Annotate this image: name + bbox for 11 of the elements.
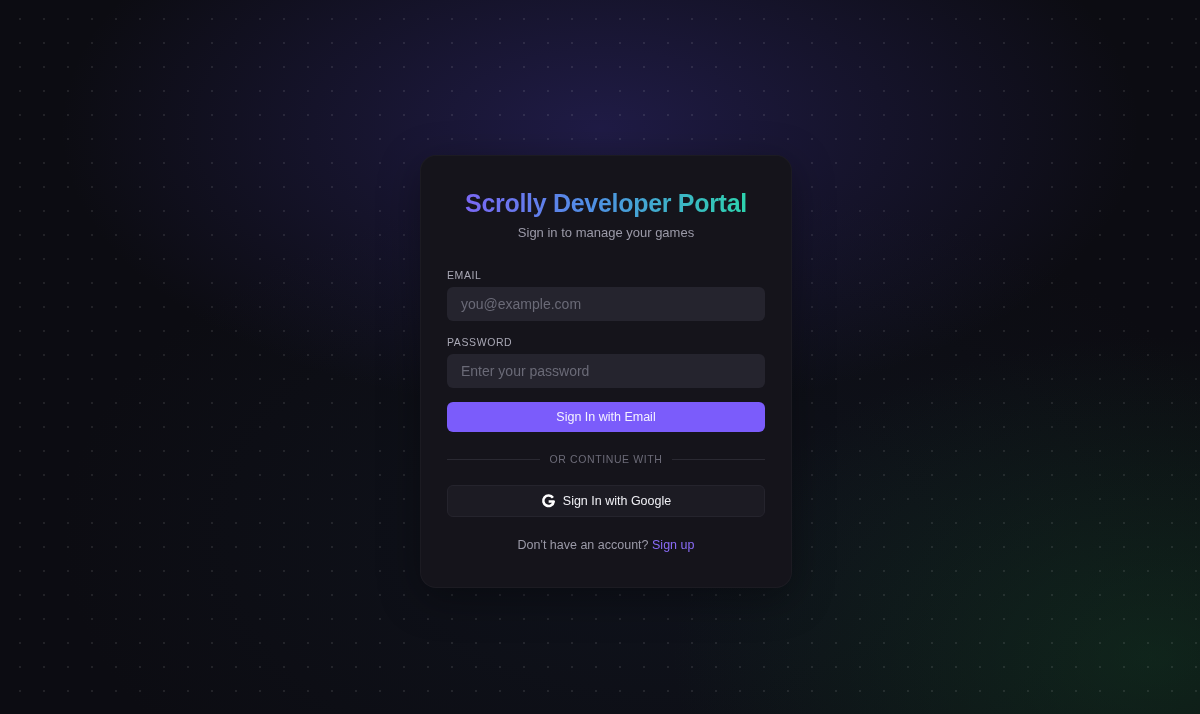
sign-up-prompt: Don't have an account? Sign up bbox=[517, 537, 695, 554]
field-label: EMAIL bbox=[447, 268, 482, 282]
google-sign-in-button[interactable]: Sign In with Google bbox=[447, 485, 765, 517]
letter-g-icon bbox=[540, 493, 556, 509]
input-field[interactable]: Enter your password bbox=[447, 354, 765, 388]
field-label: PASSWORD bbox=[447, 335, 513, 349]
portal-subtitle: Sign in to manage your games bbox=[517, 224, 695, 242]
input-field[interactable]: you@example.com bbox=[447, 287, 765, 321]
divider-label: OR CONTINUE WITH bbox=[549, 452, 663, 466]
email-sign-in-button[interactable]: Sign In with Email bbox=[447, 402, 765, 432]
sign-up-link[interactable]: Sign up bbox=[652, 538, 695, 552]
